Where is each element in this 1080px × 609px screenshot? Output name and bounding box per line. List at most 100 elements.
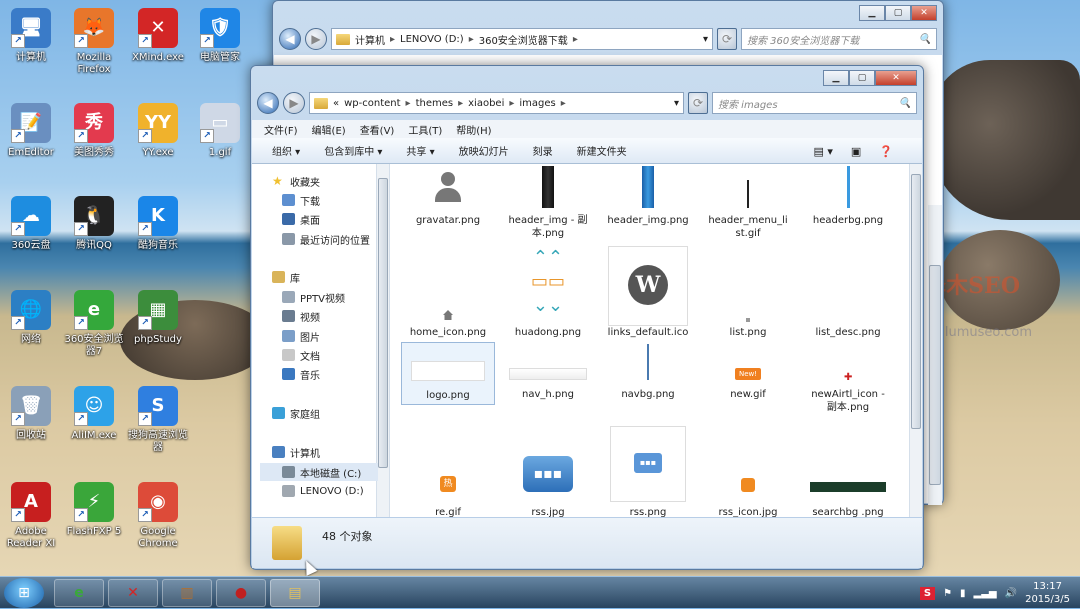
address-dropdown-icon[interactable]: ▾ (703, 34, 712, 45)
breadcrumb-1[interactable]: LENOVO (D:) (400, 34, 464, 45)
tray-flag-icon[interactable]: ⚑ (943, 588, 952, 599)
desktop-icon-16[interactable]: S 搜狗高速浏览器 (125, 386, 191, 454)
taskbar-explorer[interactable]: ▤ (270, 578, 320, 607)
desktop-icon-5[interactable]: 秀美图秀秀 (61, 103, 127, 159)
nav-item-6[interactable]: 视频 (282, 307, 320, 325)
nav-item-12[interactable]: 本地磁盘 (C:) (260, 463, 378, 481)
back-button[interactable]: ◀ (257, 92, 279, 114)
desktop-icon-14[interactable]: 🗑 回收站 (0, 386, 64, 442)
file-item[interactable]: nav_h.png (501, 342, 595, 401)
minimize-button[interactable]: ▁ (859, 5, 885, 21)
desktop-icon-3[interactable]: 🛡 电脑管家 (187, 8, 253, 64)
nav-item-13[interactable]: LENOVO (D:) (282, 482, 364, 500)
nav-item-2[interactable]: 桌面 (282, 210, 320, 228)
file-item[interactable]: navbg.png (601, 342, 695, 401)
nav-item-9[interactable]: 音乐 (282, 365, 320, 383)
toolbar-button-3[interactable]: 放映幻灯片 (459, 143, 509, 158)
desktop-icon-19[interactable]: ◉ Google Chrome (125, 482, 191, 550)
nav-item-3[interactable]: 最近访问的位置 (282, 230, 370, 248)
file-item[interactable]: New! new.gif (701, 342, 795, 401)
file-item[interactable]: header_menu_list.gif (701, 166, 795, 240)
desktop-icon-11[interactable]: 🌐 网络 (0, 290, 64, 346)
desktop-icon-1[interactable]: 🦊 Mozilla Firefox (61, 8, 127, 76)
taskbar-360browser[interactable]: e (54, 578, 104, 607)
tray-volume-icon[interactable]: 🔊 (1005, 588, 1017, 599)
file-item[interactable]: header_img.png (601, 166, 695, 227)
file-item[interactable]: header_img - 副本.png (501, 166, 595, 240)
maximize-button[interactable]: ▢ (885, 5, 911, 21)
file-item[interactable]: 热 re.gif (401, 426, 495, 517)
nav-item-4[interactable]: 库 (272, 268, 300, 286)
menu-item-0[interactable]: 文件(F) (264, 122, 298, 137)
clock[interactable]: 13:17 2015/3/5 (1025, 580, 1070, 606)
menu-item-1[interactable]: 编辑(E) (312, 122, 346, 137)
file-item[interactable]: Wlinks_default.ico (601, 246, 695, 339)
taskbar-recorder[interactable]: ● (216, 578, 266, 607)
refresh-icon[interactable]: ⟳ (688, 92, 708, 114)
file-item[interactable]: ⌃⌃ ▭▭ ⌄⌄ huadong.png (501, 246, 595, 339)
file-item[interactable]: gravatar.png (401, 166, 495, 227)
nav-item-1[interactable]: 下载 (282, 191, 320, 209)
file-item[interactable]: logo.png (401, 342, 495, 405)
desktop-icon-6[interactable]: YY YY.exe (125, 103, 191, 159)
toolbar-button-2[interactable]: 共享 ▾ (406, 143, 434, 158)
file-item[interactable]: headerbg.png (801, 166, 895, 227)
desktop-icon-17[interactable]: A Adobe Reader XI (0, 482, 64, 550)
file-item[interactable]: ▪▪▪ rss.jpg (501, 426, 595, 517)
nav-item-7[interactable]: 图片 (282, 327, 320, 345)
file-scroll-thumb[interactable] (911, 174, 921, 429)
menu-item-3[interactable]: 工具(T) (408, 122, 442, 137)
back-scrollbar[interactable] (928, 205, 942, 505)
file-item[interactable]: searchbg .png (801, 426, 895, 517)
back-address-bar[interactable]: 计算机 ▸ LENOVO (D:) ▸ 360安全浏览器下载 ▸ ▾ (331, 28, 713, 50)
back-search-input[interactable]: 搜索 360安全浏览器下载 🔍 (741, 28, 937, 50)
front-address-bar[interactable]: « wp-content ▸ themes ▸ xiaobei ▸ images ▸ ▾ (309, 92, 684, 114)
back-button[interactable]: ◀ (279, 28, 301, 50)
nav-item-11[interactable]: 计算机 (272, 443, 320, 461)
breadcrumb-3[interactable]: images (519, 98, 555, 109)
close-button[interactable]: ✕ (875, 70, 917, 86)
file-scrollbar[interactable] (909, 164, 922, 517)
ime-icon[interactable]: S (919, 586, 936, 600)
back-scroll-thumb[interactable] (929, 265, 941, 485)
nav-scroll-thumb[interactable] (378, 178, 388, 468)
address-dropdown-icon[interactable]: ▾ (674, 98, 683, 109)
taskbar-xmind[interactable]: ✕ (108, 578, 158, 607)
breadcrumb-2[interactable]: 360安全浏览器下载 (479, 32, 568, 47)
breadcrumb-2[interactable]: xiaobei (468, 98, 504, 109)
taskbar-image-viewer[interactable]: ▥ (162, 578, 212, 607)
tray-battery-icon[interactable]: ▮ (960, 588, 966, 599)
toolbar-button-5[interactable]: 新建文件夹 (577, 143, 627, 158)
toolbar-button-1[interactable]: 包含到库中 ▾ (324, 143, 382, 158)
breadcrumb-1[interactable]: themes (416, 98, 454, 109)
toolbar-button-0[interactable]: 组织 ▾ (272, 143, 300, 158)
toolbar-button-4[interactable]: 刻录 (533, 143, 553, 158)
desktop-icon-15[interactable]: ☺ AliIM.exe (61, 386, 127, 442)
desktop-icon-8[interactable]: ☁ 360云盘 (0, 196, 64, 252)
desktop-icon-0[interactable]: 🖥 计算机 (0, 8, 64, 64)
desktop-icon-10[interactable]: K 酷狗音乐 (125, 196, 191, 252)
maximize-button[interactable]: ▢ (849, 70, 875, 86)
nav-item-0[interactable]: ★ 收藏夹 (272, 172, 320, 190)
file-item[interactable]: list.png (701, 246, 795, 339)
forward-button[interactable]: ▶ (305, 28, 327, 50)
forward-button[interactable]: ▶ (283, 92, 305, 114)
tray-network-icon[interactable]: ▂▃▅ (974, 588, 997, 599)
file-item[interactable]: home_icon.png (401, 246, 495, 339)
desktop-icon-12[interactable]: e 360安全浏览器7 (61, 290, 127, 358)
file-item[interactable]: list_desc.png (801, 246, 895, 339)
desktop-icon-18[interactable]: ⚡ FlashFXP 5 (61, 482, 127, 538)
menu-item-4[interactable]: 帮助(H) (456, 122, 491, 137)
nav-item-8[interactable]: 文档 (282, 346, 320, 364)
nav-item-10[interactable]: 家庭组 (272, 404, 320, 422)
file-item[interactable]: rss_icon.jpg (701, 426, 795, 517)
front-search-input[interactable]: 搜索 images 🔍 (712, 92, 917, 114)
minimize-button[interactable]: ▁ (823, 70, 849, 86)
breadcrumb-0[interactable]: wp-content (344, 98, 400, 109)
menu-item-2[interactable]: 查看(V) (360, 122, 395, 137)
file-item[interactable]: ▪▪▪ rss.png (601, 426, 695, 517)
file-item[interactable]: ✚ newAirtl_icon - 副本.png (801, 342, 895, 414)
refresh-icon[interactable]: ⟳ (717, 28, 737, 50)
help-icon[interactable]: ❓ (879, 145, 893, 158)
nav-item-5[interactable]: PPTV视频 (282, 288, 345, 306)
